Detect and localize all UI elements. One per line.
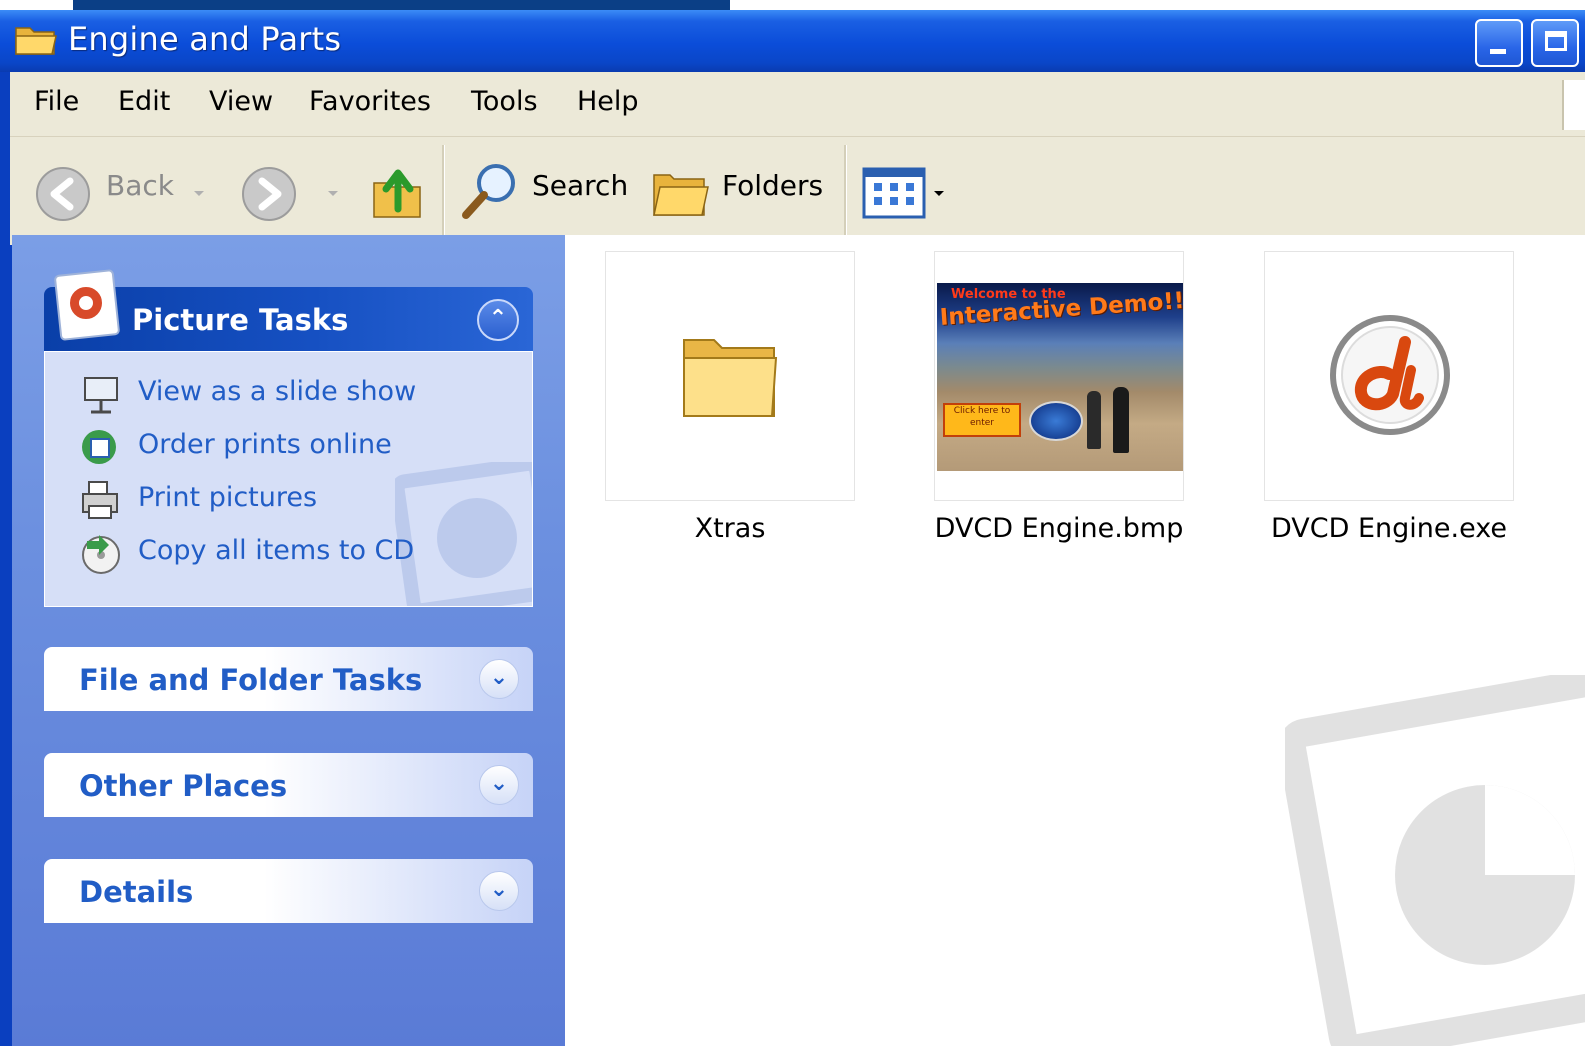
- preview-figure: [1113, 387, 1129, 453]
- menu-edit[interactable]: Edit: [118, 86, 170, 117]
- preview-planet: [1029, 401, 1083, 441]
- file-name: DVCD Engine.bmp: [934, 513, 1184, 544]
- back-label: Back: [106, 169, 174, 202]
- preview-button: Click here to enter: [943, 403, 1021, 437]
- views-dropdown-icon: [934, 191, 944, 196]
- windows-logo-area: [1562, 80, 1585, 130]
- task-order-prints[interactable]: Order prints online: [79, 425, 519, 469]
- picture-tasks-header[interactable]: Picture Tasks ⌃: [44, 269, 533, 351]
- folders-button[interactable]: Folders: [650, 159, 830, 223]
- search-button[interactable]: Search: [458, 159, 628, 223]
- forward-button[interactable]: [240, 161, 340, 221]
- menu-file[interactable]: File: [34, 86, 79, 117]
- toolbar: Back Search Folders: [10, 137, 1585, 245]
- views-button[interactable]: [862, 167, 952, 219]
- forward-dropdown-icon: [328, 191, 338, 196]
- file-folder-tasks-group: File and Folder Tasks ⌄: [44, 647, 533, 715]
- other-places-group: Other Places ⌄: [44, 753, 533, 821]
- expand-chevron-icon[interactable]: ⌄: [479, 871, 519, 911]
- maximize-icon: [1545, 31, 1567, 51]
- title-bar[interactable]: Engine and Parts: [0, 10, 1585, 72]
- director-app-icon: [1327, 312, 1453, 442]
- folders-icon: [650, 163, 712, 227]
- menu-view[interactable]: View: [209, 86, 273, 117]
- details-title: Details: [79, 875, 194, 909]
- picture-watermark: [1277, 667, 1585, 1046]
- slideshow-icon: [79, 372, 123, 420]
- picture-tasks-title: Picture Tasks: [132, 303, 349, 337]
- file-name: Xtras: [694, 513, 766, 544]
- task-label: Copy all items to CD: [138, 535, 415, 566]
- back-button[interactable]: Back: [32, 161, 212, 221]
- other-places-title: Other Places: [79, 769, 288, 803]
- task-copy-to-cd[interactable]: Copy all items to CD: [79, 531, 519, 575]
- minimize-icon: [1490, 49, 1506, 54]
- back-arrow-icon: [34, 165, 92, 227]
- folders-label: Folders: [722, 169, 824, 202]
- collapse-chevron-icon[interactable]: ⌃: [477, 299, 519, 341]
- maximize-button[interactable]: [1531, 19, 1579, 67]
- image-preview: Welcome to the Interactive Demo!!! Click…: [937, 283, 1183, 471]
- folder-open-icon: [14, 22, 58, 62]
- file-folder-tasks-title: File and Folder Tasks: [79, 663, 423, 697]
- printer-icon: [79, 478, 123, 526]
- expand-chevron-icon[interactable]: ⌄: [479, 765, 519, 805]
- window-title: Engine and Parts: [68, 20, 342, 58]
- up-folder-icon: [370, 169, 426, 227]
- picture-tasks-icon: [52, 269, 122, 349]
- menu-tools[interactable]: Tools: [471, 86, 538, 117]
- task-label: Order prints online: [138, 429, 392, 460]
- cd-copy-icon: [79, 531, 123, 579]
- details-header[interactable]: Details ⌄: [44, 859, 533, 923]
- minimize-button[interactable]: [1475, 19, 1523, 67]
- top-strip: [0, 0, 1585, 10]
- thumbnail-frame: [605, 251, 855, 501]
- explorer-window: Engine and Parts File Edit View Favorite…: [0, 10, 1585, 1046]
- order-prints-icon: [79, 425, 123, 473]
- picture-tasks-group: Picture Tasks ⌃ View as a slide show Ord…: [44, 269, 533, 609]
- menu-bar: File Edit View Favorites Tools Help: [10, 72, 1585, 137]
- task-pane: Picture Tasks ⌃ View as a slide show Ord…: [12, 235, 565, 1046]
- folder-icon: [678, 328, 782, 428]
- expand-chevron-icon[interactable]: ⌄: [479, 659, 519, 699]
- file-folder-tasks-header[interactable]: File and Folder Tasks ⌄: [44, 647, 533, 711]
- search-magnifier-icon: [458, 159, 522, 227]
- background-bar: [73, 0, 730, 10]
- task-slide-show[interactable]: View as a slide show: [79, 372, 519, 416]
- preview-figure: [1087, 391, 1101, 449]
- task-print-pictures[interactable]: Print pictures: [79, 478, 519, 522]
- file-name: DVCD Engine.exe: [1270, 513, 1508, 544]
- toolbar-separator: [844, 145, 847, 237]
- forward-arrow-icon: [240, 165, 298, 227]
- menu-favorites[interactable]: Favorites: [309, 86, 431, 117]
- up-folder-button[interactable]: [370, 159, 430, 223]
- details-group: Details ⌄: [44, 859, 533, 927]
- picture-tasks-body: View as a slide show Order prints online: [44, 351, 533, 607]
- toolbar-separator: [442, 145, 445, 237]
- thumbnail-frame: Welcome to the Interactive Demo!!! Click…: [934, 251, 1184, 501]
- menu-help[interactable]: Help: [577, 86, 639, 117]
- views-icon: [862, 167, 926, 223]
- search-label: Search: [532, 169, 629, 202]
- back-dropdown-icon: [194, 191, 204, 196]
- task-label: View as a slide show: [138, 376, 417, 407]
- thumbnail-frame: [1264, 251, 1514, 501]
- file-view: Xtras Welcome to the Interactive Demo!!!…: [565, 235, 1585, 1046]
- other-places-header[interactable]: Other Places ⌄: [44, 753, 533, 817]
- task-label: Print pictures: [138, 482, 318, 513]
